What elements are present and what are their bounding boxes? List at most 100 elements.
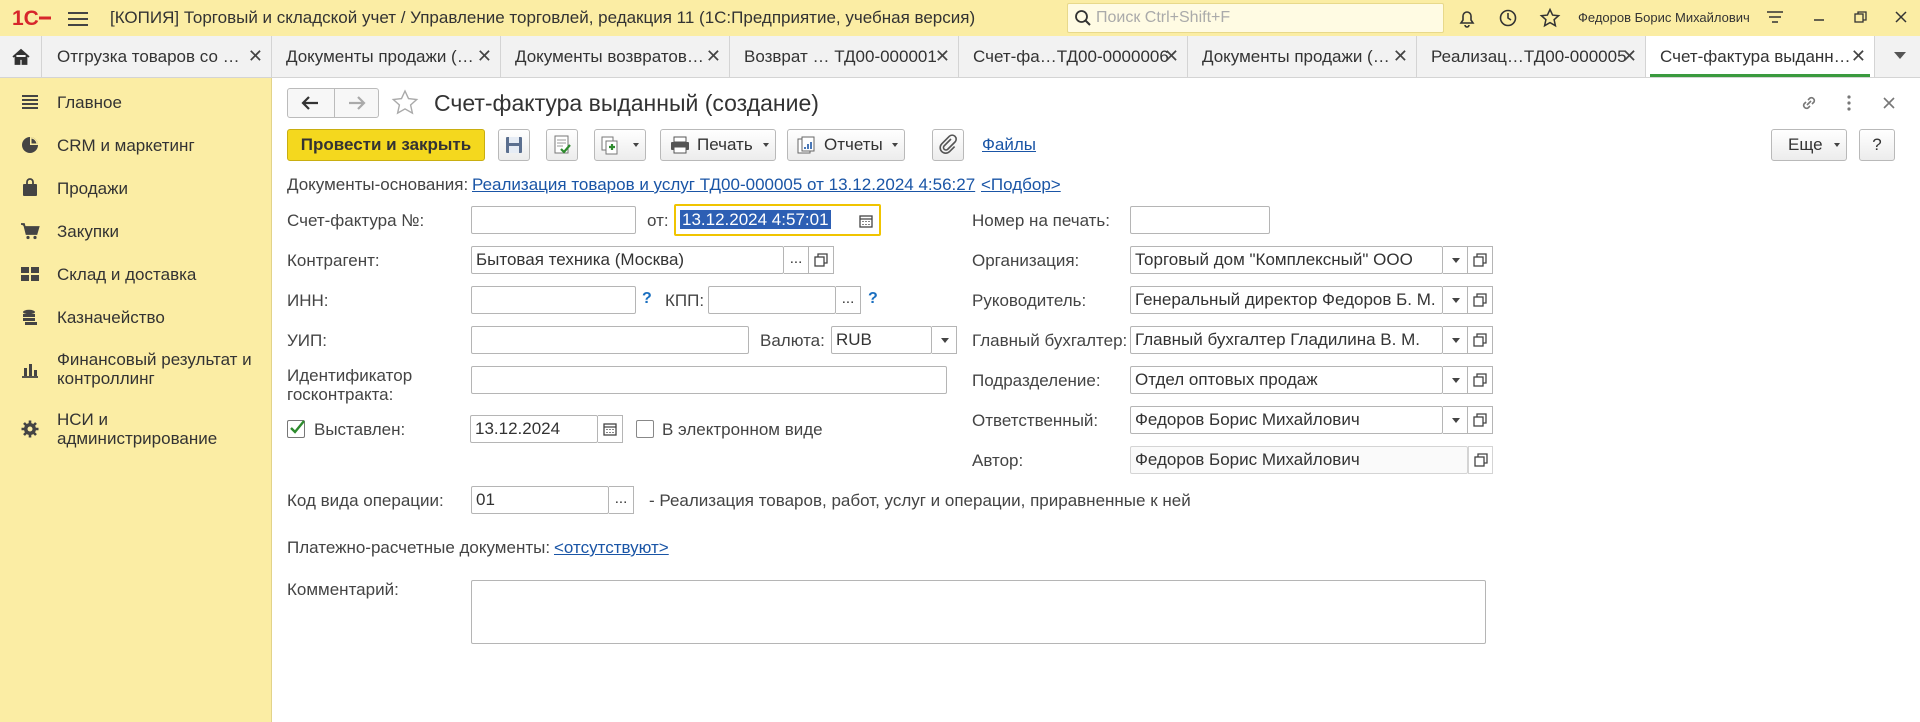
sidebar-item-sales[interactable]: Продажи xyxy=(0,176,272,200)
arrow-left-icon xyxy=(301,96,318,110)
chief-accountant-open-button[interactable] xyxy=(1468,326,1493,354)
counterparty-select-button[interactable]: ... xyxy=(784,246,809,274)
1c-logo-icon[interactable]: 1С xyxy=(12,6,52,30)
tab-sales-docs-1[interactable]: Документы продажи (… ✕ xyxy=(272,36,501,77)
create-based-on-button[interactable] xyxy=(594,129,646,161)
attach-file-button[interactable] xyxy=(932,129,964,161)
basis-document-link[interactable]: Реализация товаров и услуг ТД00-000005 о… xyxy=(472,175,975,195)
kpp-help-icon[interactable]: ? xyxy=(868,290,878,308)
save-button[interactable] xyxy=(498,129,530,161)
current-user[interactable]: Федоров Борис Михайлович xyxy=(1578,10,1750,25)
operation-code-select-button[interactable]: ... xyxy=(609,486,634,514)
help-button[interactable]: ? xyxy=(1859,129,1895,161)
more-vertical-icon[interactable] xyxy=(1838,92,1860,114)
close-form-icon[interactable] xyxy=(1878,92,1900,114)
reports-button[interactable]: Отчеты xyxy=(787,129,905,161)
operation-code-description: - Реализация товаров, работ, услуг и опе… xyxy=(649,491,1191,510)
operation-code-input[interactable]: 01 xyxy=(471,486,609,514)
tab-invoice-issued-active[interactable]: Счет-фактура выданн… ✕ xyxy=(1646,36,1875,77)
tab-sales-docs-2[interactable]: Документы продажи (… ✕ xyxy=(1188,36,1417,77)
tab-close-icon[interactable]: ✕ xyxy=(1622,36,1637,77)
tab-close-icon[interactable]: ✕ xyxy=(248,36,263,77)
responsible-input[interactable]: Федоров Борис Михайлович xyxy=(1130,406,1443,434)
comment-textarea[interactable] xyxy=(471,580,1486,644)
tab-label: Счет-фактура выданн… xyxy=(1660,47,1851,66)
restore-icon[interactable] xyxy=(1849,6,1871,28)
forward-button[interactable] xyxy=(334,89,379,117)
tab-close-icon[interactable]: ✕ xyxy=(1851,36,1866,77)
contract-id-input[interactable] xyxy=(471,366,947,394)
currency-dropdown-button[interactable] xyxy=(932,326,957,354)
dropdown-arrow-icon xyxy=(763,143,769,147)
author-input[interactable]: Федоров Борис Михайлович xyxy=(1130,446,1468,474)
favorite-star-icon[interactable] xyxy=(390,88,420,118)
bell-icon[interactable] xyxy=(1456,7,1478,29)
sidebar-item-main[interactable]: Главное xyxy=(0,90,272,114)
tab-invoice-td00-0000006[interactable]: Счет-фа…ТД00-0000006 ✕ xyxy=(959,36,1188,77)
favorites-star-icon[interactable] xyxy=(1539,7,1561,29)
author-open-button[interactable] xyxy=(1468,446,1493,474)
department-input[interactable]: Отдел оптовых продаж xyxy=(1130,366,1443,394)
print-button[interactable]: Печать xyxy=(660,129,776,161)
inn-input[interactable] xyxy=(471,286,636,314)
chief-accountant-input[interactable]: Главный бухгалтер Гладилина В. М. xyxy=(1130,326,1443,354)
history-icon[interactable] xyxy=(1497,7,1519,29)
responsible-dropdown-button[interactable] xyxy=(1443,406,1468,434)
kpp-input[interactable] xyxy=(708,286,836,314)
tabs-overflow-icon[interactable] xyxy=(1894,52,1906,59)
issued-checkbox[interactable] xyxy=(287,420,305,438)
organization-dropdown-button[interactable] xyxy=(1443,246,1468,274)
settings-lines-icon[interactable] xyxy=(1764,6,1786,28)
files-link[interactable]: Файлы xyxy=(982,135,1036,155)
department-open-button[interactable] xyxy=(1468,366,1493,394)
sidebar-item-treasury[interactable]: Казначейство xyxy=(0,305,272,329)
issued-calendar-button[interactable] xyxy=(598,415,623,443)
organization-input[interactable]: Торговый дом "Комплексный" ООО xyxy=(1130,246,1443,274)
search-input[interactable]: Поиск Ctrl+Shift+F xyxy=(1067,3,1444,33)
pick-link[interactable]: <Подбор> xyxy=(981,175,1061,195)
counterparty-input[interactable]: Бытовая техника (Москва) xyxy=(471,246,784,274)
head-dropdown-button[interactable] xyxy=(1443,286,1468,314)
tab-close-icon[interactable]: ✕ xyxy=(1393,36,1408,77)
counterparty-open-button[interactable] xyxy=(809,246,834,274)
link-icon[interactable] xyxy=(1798,92,1820,114)
department-dropdown-button[interactable] xyxy=(1443,366,1468,394)
organization-open-button[interactable] xyxy=(1468,246,1493,274)
more-actions-button[interactable]: Еще xyxy=(1771,129,1847,161)
tab-return-td00-000001[interactable]: Возврат … ТД00-000001 ✕ xyxy=(730,36,959,77)
head-input[interactable]: Генеральный директор Федоров Б. М. xyxy=(1130,286,1443,314)
tab-return-docs[interactable]: Документы возвратов… ✕ xyxy=(501,36,730,77)
issued-date-input[interactable]: 13.12.2024 xyxy=(470,415,598,443)
kpp-select-button[interactable]: ... xyxy=(836,286,861,314)
sidebar-item-financial-result[interactable]: Финансовый результат и контроллинг xyxy=(0,348,272,390)
post-button[interactable] xyxy=(546,129,578,161)
currency-input[interactable]: RUB xyxy=(831,326,932,354)
tab-shipment[interactable]: Отгрузка товаров со … ✕ xyxy=(43,36,272,77)
post-and-close-button[interactable]: Провести и закрыть xyxy=(287,129,485,161)
chief-accountant-dropdown-button[interactable] xyxy=(1443,326,1468,354)
sidebar-item-nsi-admin[interactable]: НСИ и администрирование xyxy=(0,408,272,450)
electronic-checkbox[interactable] xyxy=(636,420,654,438)
close-window-icon[interactable] xyxy=(1890,6,1912,28)
inn-help-icon[interactable]: ? xyxy=(642,290,652,308)
back-button[interactable] xyxy=(288,89,333,117)
invoice-date-input[interactable]: 13.12.2024 4:57:01 xyxy=(674,204,881,236)
minimize-icon[interactable] xyxy=(1808,6,1830,28)
tab-realization-td00-000005[interactable]: Реализац…ТД00-000005 ✕ xyxy=(1417,36,1646,77)
sidebar-item-purchases[interactable]: Закупки xyxy=(0,219,272,243)
tab-close-icon[interactable]: ✕ xyxy=(1164,36,1179,77)
tab-close-icon[interactable]: ✕ xyxy=(706,36,721,77)
sidebar-item-warehouse[interactable]: Склад и доставка xyxy=(0,262,272,286)
responsible-open-button[interactable] xyxy=(1468,406,1493,434)
uip-input[interactable] xyxy=(471,326,749,354)
home-button[interactable] xyxy=(0,36,42,77)
head-open-button[interactable] xyxy=(1468,286,1493,314)
invoice-number-input[interactable] xyxy=(471,206,636,234)
sidebar-item-crm[interactable]: CRM и маркетинг xyxy=(0,133,272,157)
calendar-icon[interactable] xyxy=(859,214,873,228)
tab-close-icon[interactable]: ✕ xyxy=(935,36,950,77)
tab-close-icon[interactable]: ✕ xyxy=(477,36,492,77)
payment-docs-link[interactable]: <отсутствуют> xyxy=(554,538,669,558)
print-number-input[interactable] xyxy=(1130,206,1270,234)
main-menu-icon[interactable] xyxy=(68,9,88,27)
